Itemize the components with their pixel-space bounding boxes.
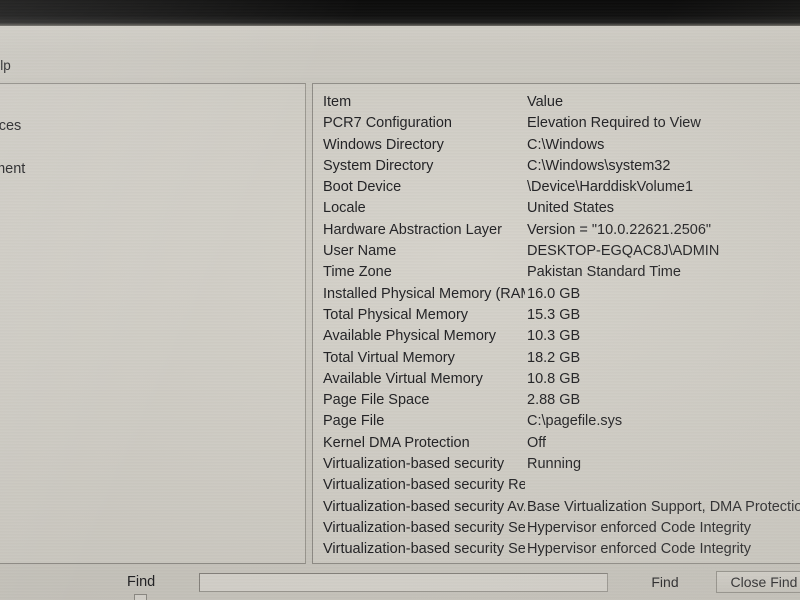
find-button[interactable]: Find bbox=[628, 571, 702, 593]
table-row[interactable]: Locale United States bbox=[313, 198, 800, 219]
sidebar-item-components[interactable]: onents bbox=[0, 137, 305, 159]
list-header-row: Item Value bbox=[313, 92, 800, 113]
row-value-cell: United States bbox=[527, 200, 615, 217]
menu-item-help[interactable]: Help bbox=[0, 57, 15, 74]
row-item-cell: Total Physical Memory bbox=[323, 306, 469, 323]
column-header-item[interactable]: Item bbox=[313, 92, 525, 113]
table-row[interactable]: Virtualization-based security Av... Base … bbox=[313, 497, 800, 518]
row-value-cell: C:\pagefile.sys bbox=[527, 413, 623, 430]
row-item-cell: Virtualization-based security Re... bbox=[323, 477, 525, 494]
row-item-cell: Kernel DMA Protection bbox=[323, 434, 470, 451]
sidebar-item-software-environment[interactable]: re Environment bbox=[0, 159, 305, 181]
window-body: ummary are Resources onents re Environme… bbox=[0, 77, 800, 564]
table-row[interactable]: Time Zone Pakistan Standard Time bbox=[313, 262, 800, 283]
table-row[interactable]: Available Physical Memory 10.3 GB bbox=[313, 326, 800, 347]
sidebar-item-system-summary[interactable]: ummary bbox=[0, 94, 305, 116]
list-rows: PCR7 Configuration Elevation Required to … bbox=[313, 113, 800, 563]
row-value-cell: 10.8 GB bbox=[527, 370, 581, 387]
row-value-cell: Elevation Required to View bbox=[527, 115, 701, 132]
row-value-cell: C:\Windows\system32 bbox=[527, 157, 671, 174]
row-item-cell: Virtualization-based security Se... bbox=[323, 519, 525, 536]
find-input[interactable] bbox=[199, 572, 608, 592]
table-row[interactable]: Installed Physical Memory (RAM) 16.0 GB bbox=[313, 284, 800, 305]
table-row[interactable]: Virtualization-based security Running bbox=[313, 454, 800, 475]
row-item-cell: User Name bbox=[323, 243, 397, 260]
row-item-cell: Time Zone bbox=[323, 264, 392, 281]
row-value-cell: 18.2 GB bbox=[527, 349, 581, 366]
monitor-bezel bbox=[0, 0, 800, 26]
find-label: Find bbox=[127, 574, 156, 590]
system-information-window: Information View Help ummary are Resourc… bbox=[0, 26, 800, 600]
row-value-cell: \Device\HarddiskVolume1 bbox=[527, 179, 694, 196]
table-row[interactable]: User Name DESKTOP-EGQAC8J\ADMIN bbox=[313, 241, 800, 262]
row-value-cell: 2.88 GB bbox=[527, 392, 581, 409]
row-value-cell: Hypervisor enforced Code Integrity bbox=[527, 519, 752, 536]
row-value-cell: Base Virtualization Support, DMA Protect… bbox=[527, 498, 800, 515]
table-row[interactable]: Virtualization-based security Se... Hyper… bbox=[313, 518, 800, 539]
table-row[interactable]: Virtualization-based security Re... bbox=[313, 475, 800, 496]
row-item-cell: Total Virtual Memory bbox=[323, 349, 455, 366]
table-row[interactable]: System Directory C:\Windows\system32 bbox=[313, 156, 800, 177]
row-item-cell: Page File Space bbox=[323, 392, 430, 409]
row-item-cell: Page File bbox=[323, 413, 385, 430]
table-row[interactable]: Total Virtual Memory 18.2 GB bbox=[313, 348, 800, 369]
row-value-cell: Pakistan Standard Time bbox=[527, 264, 681, 281]
row-item-cell: Available Virtual Memory bbox=[323, 370, 483, 387]
row-value-cell: 10.3 GB bbox=[527, 328, 581, 345]
find-bar: Find Find Close Find bbox=[0, 564, 800, 600]
row-value-cell: Version = "10.0.22621.2506" bbox=[527, 221, 712, 238]
table-row[interactable]: Virtualization-based security Se... Hyper… bbox=[313, 539, 800, 560]
row-item-cell: PCR7 Configuration bbox=[323, 115, 452, 132]
row-value-cell: Hypervisor enforced Code Integrity bbox=[527, 541, 752, 558]
row-item-cell: Virtualization-based security Av... bbox=[323, 498, 525, 515]
table-row[interactable]: Page File C:\pagefile.sys bbox=[313, 411, 800, 432]
row-value-cell: 16.0 GB bbox=[527, 285, 581, 302]
table-row[interactable]: Available Virtual Memory 10.8 GB bbox=[313, 369, 800, 390]
navigation-tree[interactable]: ummary are Resources onents re Environme… bbox=[0, 83, 306, 564]
table-row[interactable]: Total Physical Memory 15.3 GB bbox=[313, 305, 800, 326]
table-row[interactable]: Page File Space 2.88 GB bbox=[313, 390, 800, 411]
title-bar: Information bbox=[0, 26, 800, 53]
details-list-pane[interactable]: Item Value PCR7 Configuration Elevation R… bbox=[312, 83, 800, 564]
row-value-cell: DESKTOP-EGQAC8J\ADMIN bbox=[527, 243, 720, 260]
table-row[interactable]: Hardware Abstraction Layer Version = "10.… bbox=[313, 220, 800, 241]
close-find-button[interactable]: Close Find bbox=[716, 571, 800, 593]
table-row[interactable]: Windows Directory C:\Windows bbox=[313, 135, 800, 156]
column-header-value[interactable]: Value bbox=[525, 92, 563, 113]
row-value-cell: 15.3 GB bbox=[527, 306, 581, 323]
row-item-cell: Virtualization-based security bbox=[323, 456, 505, 473]
row-item-cell: System Directory bbox=[323, 157, 434, 174]
row-value-cell: Running bbox=[527, 456, 582, 473]
row-value-cell: C:\Windows bbox=[527, 136, 605, 153]
table-row[interactable]: Kernel DMA Protection Off bbox=[313, 433, 800, 454]
row-item-cell: Windows Directory bbox=[323, 136, 444, 153]
row-item-cell: Installed Physical Memory (RAM) bbox=[323, 285, 525, 302]
row-value-cell bbox=[525, 475, 527, 496]
find-selected-category-checkbox[interactable] bbox=[134, 594, 147, 600]
table-row[interactable]: Boot Device \Device\HarddiskVolume1 bbox=[313, 177, 800, 198]
row-item-cell: Locale bbox=[323, 200, 366, 217]
row-item-cell: Virtualization-based security Se... bbox=[323, 541, 525, 558]
row-item-cell: Available Physical Memory bbox=[323, 328, 496, 345]
sidebar-item-hardware-resources[interactable]: are Resources bbox=[0, 116, 305, 138]
screen-photo: Information View Help ummary are Resourc… bbox=[0, 0, 800, 600]
row-value-cell: Off bbox=[527, 434, 547, 451]
row-item-cell: Boot Device bbox=[323, 179, 402, 196]
table-row[interactable]: PCR7 Configuration Elevation Required to … bbox=[313, 113, 800, 134]
menu-bar: View Help bbox=[0, 53, 800, 77]
row-item-cell: Hardware Abstraction Layer bbox=[323, 221, 502, 238]
